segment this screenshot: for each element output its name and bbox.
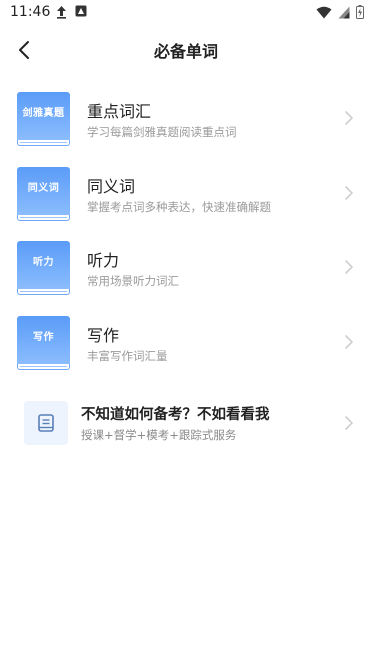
app-notification-icon [75, 5, 87, 17]
chevron-right-icon [345, 335, 354, 349]
book-cover-label: 写作 [33, 332, 54, 343]
promo-subtitle: 授课+督学+模考+跟踪式服务 [81, 428, 237, 442]
chevron-right-icon [345, 416, 354, 430]
promo-icon-box [24, 401, 68, 445]
list-item-synonyms[interactable]: 同义词 同义词 掌握考点词多种表达，快速准确解题 [0, 165, 372, 221]
status-time: 11:46 [10, 4, 51, 20]
upload-icon [57, 6, 66, 19]
book-cover: 听力 [17, 241, 70, 295]
list-item-listening[interactable]: 听力 听力 常用场景听力词汇 [0, 239, 372, 295]
book-cover-label: 同义词 [27, 183, 60, 194]
item-subtitle: 常用场景听力词汇 [87, 274, 179, 288]
header: 必备单词 [0, 30, 372, 70]
item-title: 重点词汇 [87, 102, 152, 121]
exam-prep-promo[interactable]: 不知道如何备考？不如看看我 授课+督学+模考+跟踪式服务 [0, 395, 372, 451]
item-title: 听力 [87, 251, 120, 270]
book-icon [38, 414, 54, 432]
book-cover: 同义词 [17, 167, 70, 221]
book-cover-label: 听力 [33, 257, 54, 268]
list-item-key-vocabulary[interactable]: 剑雅真题 重点词汇 学习每篇剑雅真题阅读重点词 [0, 90, 372, 146]
signal-icon [338, 6, 350, 18]
book-cover: 剑雅真题 [17, 92, 70, 146]
item-title: 同义词 [87, 177, 136, 196]
page-title: 必备单词 [153, 42, 218, 61]
item-subtitle: 学习每篇剑雅真题阅读重点词 [87, 125, 237, 139]
battery-charging-icon [356, 5, 364, 19]
item-subtitle: 掌握考点词多种表达，快速准确解题 [87, 200, 271, 214]
status-bar: 11:46 [0, 0, 372, 26]
status-system-icons [316, 5, 364, 19]
status-notification-icons [56, 5, 87, 19]
list-item-writing[interactable]: 写作 写作 丰富写作词汇量 [0, 314, 372, 370]
chevron-right-icon [345, 186, 354, 200]
promo-title: 不知道如何备考？不如看看我 [81, 407, 270, 423]
item-subtitle: 丰富写作词汇量 [87, 349, 168, 363]
wifi-icon [316, 6, 332, 18]
book-cover: 写作 [17, 316, 70, 370]
chevron-right-icon [345, 111, 354, 125]
item-title: 写作 [87, 326, 120, 345]
book-cover-label: 剑雅真题 [22, 108, 65, 119]
chevron-right-icon [345, 260, 354, 274]
